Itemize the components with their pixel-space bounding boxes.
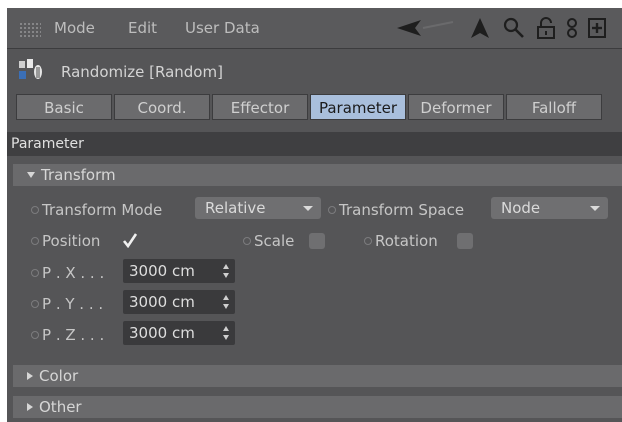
rotation-checkbox[interactable]: [457, 233, 473, 249]
transform-space-dropdown[interactable]: Node: [491, 197, 608, 219]
grip-icon[interactable]: [19, 22, 41, 38]
randomize-object-icon: [19, 59, 42, 79]
pz-label: P . Z . . .: [31, 326, 104, 344]
transform-space-value: Node: [501, 199, 541, 217]
object-header: Randomize [Random]: [7, 49, 622, 93]
px-value: 3000 cm: [129, 262, 195, 280]
px-label: P . X . . .: [31, 264, 104, 282]
keyframe-dot-icon[interactable]: [364, 236, 372, 245]
lock-icon[interactable]: [535, 16, 557, 40]
keyframe-dot-icon[interactable]: [328, 205, 336, 214]
search-icon[interactable]: [502, 16, 526, 40]
pointer-icon[interactable]: [469, 16, 491, 40]
keyframe-dot-icon[interactable]: [243, 236, 251, 245]
expand-right-icon: [27, 371, 33, 380]
link-icon[interactable]: [564, 16, 580, 40]
scale-label: Scale: [243, 232, 294, 250]
px-field[interactable]: 3000 cm: [123, 259, 235, 283]
object-name: Randomize [Random]: [61, 63, 223, 81]
group-transform-label: Transform: [41, 166, 116, 184]
tab-falloff[interactable]: Falloff: [506, 94, 602, 120]
group-other[interactable]: Other: [13, 396, 622, 418]
transform-space-label: Transform Space: [328, 201, 464, 219]
pz-field[interactable]: 3000 cm: [123, 321, 235, 345]
tab-effector[interactable]: Effector: [212, 94, 308, 120]
section-title: Parameter: [7, 132, 622, 156]
keyframe-dot-icon[interactable]: [31, 236, 39, 245]
py-field[interactable]: 3000 cm: [123, 290, 235, 314]
attribute-manager: Mode Edit User Data Randomize [Random] B…: [7, 8, 622, 422]
rotation-label: Rotation: [364, 232, 438, 250]
spinner-icon[interactable]: [223, 264, 229, 278]
py-value: 3000 cm: [129, 293, 195, 311]
keyframe-dot-icon[interactable]: [31, 205, 39, 214]
group-other-label: Other: [39, 398, 82, 416]
group-color[interactable]: Color: [13, 365, 622, 387]
keyframe-dot-icon[interactable]: [31, 299, 39, 308]
menu-bar: Mode Edit User Data: [7, 8, 622, 49]
scale-checkbox[interactable]: [309, 233, 325, 249]
transform-mode-dropdown[interactable]: Relative: [195, 197, 321, 219]
spinner-icon[interactable]: [223, 326, 229, 340]
transform-mode-label: Transform Mode: [31, 201, 162, 219]
back-arrow-icon[interactable]: [395, 16, 455, 40]
transform-mode-value: Relative: [205, 199, 266, 217]
keyframe-dot-icon[interactable]: [31, 330, 39, 339]
expand-right-icon: [27, 402, 33, 411]
py-label: P . Y . . .: [31, 295, 103, 313]
chevron-down-icon: [590, 206, 600, 211]
menu-user-data[interactable]: User Data: [185, 19, 260, 37]
position-label: Position: [31, 232, 100, 250]
group-transform[interactable]: Transform: [13, 164, 622, 186]
tab-parameter[interactable]: Parameter: [310, 94, 406, 120]
menu-edit[interactable]: Edit: [128, 19, 157, 37]
keyframe-dot-icon[interactable]: [31, 268, 39, 277]
tab-coord[interactable]: Coord.: [114, 94, 210, 120]
spinner-icon[interactable]: [223, 295, 229, 309]
pz-value: 3000 cm: [129, 324, 195, 342]
tab-basic[interactable]: Basic: [16, 94, 112, 120]
chevron-down-icon: [303, 206, 313, 211]
tab-deformer[interactable]: Deformer: [408, 94, 504, 120]
new-window-icon[interactable]: [587, 16, 609, 40]
expand-down-icon: [27, 171, 35, 178]
group-color-label: Color: [39, 367, 79, 385]
position-checkbox[interactable]: [121, 232, 137, 248]
menu-mode[interactable]: Mode: [54, 19, 95, 37]
